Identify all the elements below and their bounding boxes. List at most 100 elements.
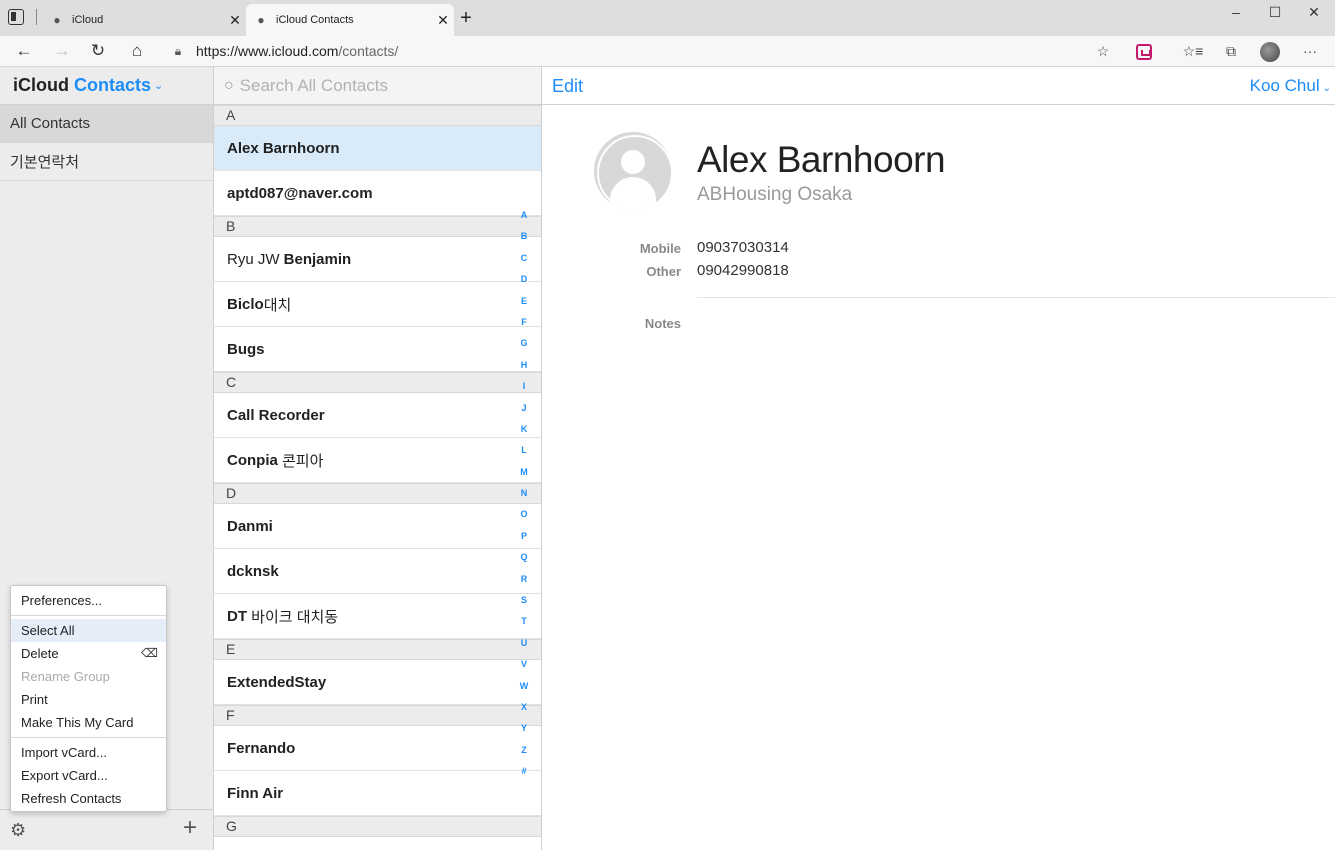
contact-row[interactable]: Conpia 콘피아 xyxy=(214,438,541,483)
contact-name: Finn Air xyxy=(227,784,284,802)
tab-icloud-contacts[interactable]: ● iCloud Contacts ✕ xyxy=(246,4,454,36)
extension-icon[interactable] xyxy=(1131,40,1157,62)
index-letter[interactable]: G xyxy=(516,333,532,354)
index-letter[interactable]: Q xyxy=(516,547,532,568)
menu-item-preferences[interactable]: Preferences... xyxy=(11,589,166,612)
contact-row[interactable]: Danmi xyxy=(214,504,541,549)
apple-icon: ● xyxy=(53,13,61,27)
index-letter[interactable]: N xyxy=(516,483,532,504)
field-value-other[interactable]: 09042990818 xyxy=(697,262,789,279)
index-letter[interactable]: O xyxy=(516,504,532,525)
field-value-mobile[interactable]: 09037030314 xyxy=(697,239,789,256)
account-menu-button[interactable]: Koo Chul ⌄ xyxy=(1250,76,1331,96)
alphabet-index[interactable]: A B C D E F G H I J K L M N O P Q R S T U V W X Y Z # xyxy=(516,205,532,783)
index-letter[interactable]: B xyxy=(516,226,532,247)
lock-icon[interactable]: 🔒︎ xyxy=(166,44,190,59)
index-letter[interactable]: E xyxy=(516,291,532,312)
tab-close-icon[interactable]: ✕ xyxy=(432,12,454,29)
contact-row[interactable]: DT 바이크 대치동 xyxy=(214,594,541,639)
contact-row[interactable]: Alex Barnhoorn xyxy=(214,126,541,171)
avatar-head xyxy=(621,150,645,174)
url-text[interactable]: https://www.icloud.com/contacts/ xyxy=(190,43,398,59)
index-letter[interactable]: K xyxy=(516,419,532,440)
search-icon: ○ xyxy=(224,76,234,94)
menu-item-rename-group: Rename Group xyxy=(21,669,110,684)
contact-row[interactable]: aptd087@naver.com xyxy=(214,171,541,216)
profile-avatar-icon[interactable] xyxy=(1257,40,1283,63)
search-input[interactable] xyxy=(239,75,500,96)
contact-row[interactable]: Biclo 대치 xyxy=(214,282,541,327)
refresh-icon[interactable]: ↻ xyxy=(86,40,110,62)
group-all-contacts[interactable]: All Contacts xyxy=(0,105,213,143)
index-letter[interactable]: H xyxy=(516,355,532,376)
group-default-contacts[interactable]: 기본연락처 xyxy=(0,143,213,181)
close-window-button[interactable]: ✕ xyxy=(1294,0,1334,26)
gear-icon[interactable]: ⚙ xyxy=(10,820,26,841)
address-field[interactable]: 🔒︎ https://www.icloud.com/contacts/ xyxy=(166,38,1126,64)
tab-actions-icon[interactable] xyxy=(8,9,24,25)
index-letter[interactable]: A xyxy=(516,205,532,226)
index-letter[interactable]: W xyxy=(516,676,532,697)
index-letter[interactable]: R xyxy=(516,569,532,590)
app-title-name[interactable]: Contacts xyxy=(74,75,151,96)
index-letter[interactable]: U xyxy=(516,633,532,654)
avatar-body xyxy=(610,177,656,209)
icloud-contacts-app: iCloud Contacts ⌄ All Contacts 기본연락처 ⚙ +… xyxy=(0,67,1335,850)
index-letter[interactable]: D xyxy=(516,269,532,290)
field-label-notes: Notes xyxy=(644,316,681,331)
section-header-c: C xyxy=(214,372,541,393)
index-letter[interactable]: J xyxy=(516,398,532,419)
index-letter[interactable]: # xyxy=(516,761,532,782)
contact-row[interactable]: Finn Air xyxy=(214,771,541,816)
index-letter[interactable]: T xyxy=(516,611,532,632)
contact-row[interactable]: Fernando xyxy=(214,726,541,771)
index-letter[interactable]: C xyxy=(516,248,532,269)
chevron-down-icon[interactable]: ⌄ xyxy=(154,79,163,92)
contact-row[interactable]: dcknsk xyxy=(214,549,541,594)
url-host: https://www.icloud.com xyxy=(196,43,339,59)
menu-separator xyxy=(11,737,166,738)
account-name: Koo Chul xyxy=(1249,76,1320,95)
menu-separator xyxy=(11,615,166,616)
tab-icloud[interactable]: ● iCloud ✕ xyxy=(42,4,246,36)
index-letter[interactable]: S xyxy=(516,590,532,611)
favorites-icon[interactable]: ☆≡ xyxy=(1180,40,1206,62)
contact-name: ExtendedStay xyxy=(227,673,327,691)
index-letter[interactable]: Y xyxy=(516,718,532,739)
contact-row[interactable]: Call Recorder xyxy=(214,393,541,438)
add-contact-button[interactable]: + xyxy=(183,816,197,840)
menu-item-import-vcard[interactable]: Import vCard... xyxy=(11,741,166,764)
tab-actions[interactable] xyxy=(8,9,37,25)
index-letter[interactable]: Z xyxy=(516,740,532,761)
tab-close-icon[interactable]: ✕ xyxy=(224,12,246,29)
back-arrow-icon[interactable]: ← xyxy=(12,40,36,62)
settings-menu: Preferences... Select All Delete ⌫ Renam… xyxy=(10,585,167,812)
forward-arrow-icon[interactable]: → xyxy=(50,40,74,62)
add-favorite-icon[interactable]: ☆ xyxy=(1090,40,1116,62)
app-title[interactable]: iCloud Contacts ⌄ xyxy=(0,67,213,105)
menu-item-refresh-contacts[interactable]: Refresh Contacts xyxy=(11,787,166,810)
more-options-icon[interactable]: ··· xyxy=(1297,40,1323,62)
contact-row[interactable]: Bugs xyxy=(214,327,541,372)
section-header-b: B xyxy=(214,216,541,237)
menu-item-print[interactable]: Print xyxy=(11,688,166,711)
contact-row[interactable]: Ryu JW Benjamin xyxy=(214,237,541,282)
contact-row[interactable]: ExtendedStay xyxy=(214,660,541,705)
new-tab-button[interactable]: + xyxy=(456,8,476,28)
menu-item-delete[interactable]: Delete ⌫ xyxy=(11,642,166,665)
index-letter[interactable]: I xyxy=(516,376,532,397)
menu-item-select-all[interactable]: Select All xyxy=(11,619,166,642)
minimize-button[interactable]: – xyxy=(1216,0,1256,26)
menu-item-make-my-card[interactable]: Make This My Card xyxy=(11,711,166,734)
edit-button[interactable]: Edit xyxy=(552,76,583,97)
index-letter[interactable]: F xyxy=(516,312,532,333)
home-icon[interactable]: ⌂ xyxy=(125,40,149,62)
index-letter[interactable]: M xyxy=(516,462,532,483)
index-letter[interactable]: P xyxy=(516,526,532,547)
maximize-button[interactable]: ☐ xyxy=(1255,0,1295,26)
menu-item-export-vcard[interactable]: Export vCard... xyxy=(11,764,166,787)
collections-icon[interactable]: ⧉ xyxy=(1218,40,1244,62)
index-letter[interactable]: V xyxy=(516,654,532,675)
index-letter[interactable]: L xyxy=(516,440,532,461)
index-letter[interactable]: X xyxy=(516,697,532,718)
